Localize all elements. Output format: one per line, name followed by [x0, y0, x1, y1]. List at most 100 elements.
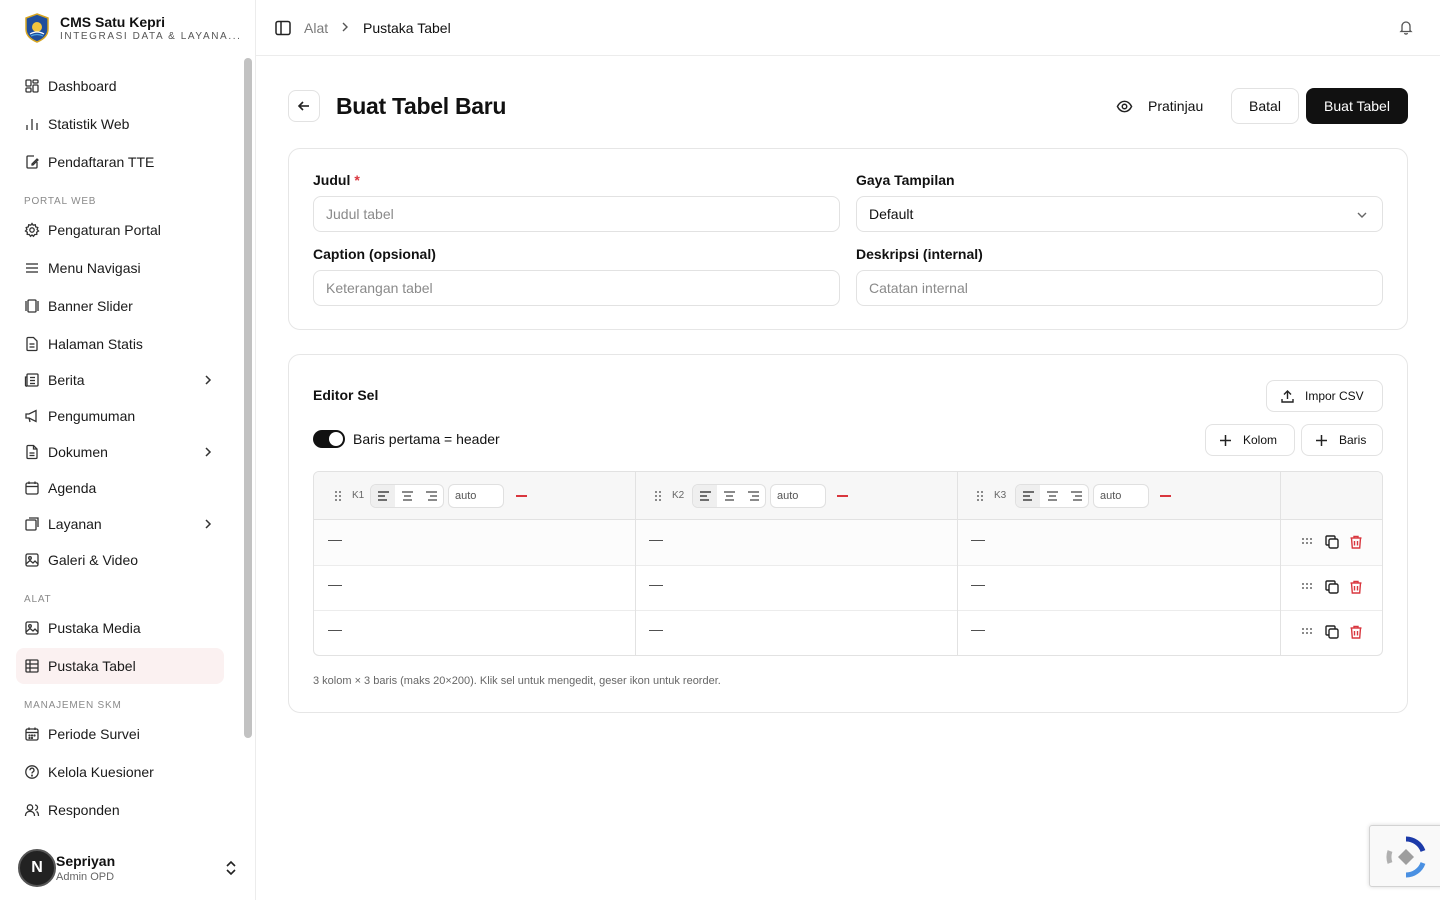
table-cell[interactable]: —	[328, 621, 342, 637]
sidebar-item-pendaftaran-tte[interactable]: Pendaftaran TTE	[16, 144, 224, 180]
user-name: Sepriyan	[56, 853, 116, 869]
sidebar-item-periode-survei[interactable]: Periode Survei	[16, 716, 224, 752]
remove-column-button[interactable]	[837, 495, 848, 497]
sidebar-item-galeri-video[interactable]: Galeri & Video	[16, 542, 224, 578]
align-center-button[interactable]	[395, 485, 419, 507]
table-cell[interactable]: —	[328, 531, 342, 547]
align-center-button[interactable]	[717, 485, 741, 507]
sidebar-item-label: Statistik Web	[48, 116, 130, 132]
section-alat: ALAT	[24, 594, 52, 605]
sidebar-item-pustaka-media[interactable]: Pustaka Media	[16, 610, 224, 646]
sidebar-item-berita[interactable]: Berita	[16, 362, 224, 398]
sidebar-scrollbar[interactable]	[244, 58, 252, 738]
chevron-right-icon	[205, 447, 212, 457]
align-center-button[interactable]	[1040, 485, 1064, 507]
drag-handle-icon[interactable]	[976, 490, 984, 502]
arrow-left-icon	[297, 101, 309, 111]
sidebar-item-label: Agenda	[48, 480, 97, 496]
align-center-icon	[1046, 491, 1058, 501]
column-align-group	[1015, 484, 1089, 508]
table-cell[interactable]: —	[649, 531, 663, 547]
sidebar-item-kelola-kuesioner[interactable]: Kelola Kuesioner	[16, 754, 224, 790]
chevron-right-icon	[342, 22, 348, 32]
align-left-button[interactable]	[693, 485, 717, 507]
sidebar-item-banner-slider[interactable]: Banner Slider	[16, 288, 224, 324]
copy-icon[interactable]	[1324, 534, 1340, 550]
breadcrumb-current: Pustaka Tabel	[363, 20, 451, 36]
title-input[interactable]	[313, 196, 840, 232]
copy-icon[interactable]	[1324, 624, 1340, 640]
sidebar-item-pustaka-tabel[interactable]: Pustaka Tabel	[16, 648, 224, 684]
trash-icon[interactable]	[1348, 624, 1364, 640]
calendar-icon	[25, 481, 39, 495]
align-left-button[interactable]	[371, 485, 395, 507]
table-cell[interactable]: —	[649, 576, 663, 592]
slider-icon	[25, 299, 39, 313]
breadcrumb-parent[interactable]: Alat	[304, 19, 328, 37]
table-meta-card: Judul* Gaya Tampilan Default Caption (op…	[288, 148, 1408, 330]
align-right-button[interactable]	[419, 485, 443, 507]
brand-subtitle: INTEGRASI DATA & LAYANA...	[60, 30, 242, 42]
cancel-button[interactable]: Batal	[1231, 88, 1299, 124]
bell-icon[interactable]	[1398, 19, 1414, 35]
remove-column-button[interactable]	[1160, 495, 1171, 497]
add-column-button[interactable]: Kolom	[1205, 424, 1295, 456]
trash-icon[interactable]	[1348, 579, 1364, 595]
row-drag-handle-icon[interactable]	[1300, 579, 1314, 593]
user-role: Admin OPD	[56, 871, 115, 883]
sidebar-item-statistik-web[interactable]: Statistik Web	[16, 106, 224, 142]
align-right-button[interactable]	[1064, 485, 1088, 507]
table-cell[interactable]: —	[971, 576, 985, 592]
import-csv-button[interactable]: Impor CSV	[1266, 380, 1383, 412]
user-menu[interactable]: N Sepriyan Admin OPD	[0, 836, 256, 900]
back-button[interactable]	[288, 90, 320, 122]
column-width-input[interactable]: auto	[448, 484, 504, 508]
sidebar-item-dashboard[interactable]: Dashboard	[16, 68, 224, 104]
create-table-button[interactable]: Buat Tabel	[1306, 88, 1408, 124]
sidebar-item-menu-navigasi[interactable]: Menu Navigasi	[16, 250, 224, 286]
column-width-input[interactable]: auto	[770, 484, 826, 508]
sidebar-item-pengumuman[interactable]: Pengumuman	[16, 398, 224, 434]
column-width-input[interactable]: auto	[1093, 484, 1149, 508]
sidebar-toggle-icon[interactable]	[274, 19, 292, 37]
sidebar-item-halaman-statis[interactable]: Halaman Statis	[16, 326, 224, 362]
chevron-right-icon	[205, 375, 212, 385]
table-cell[interactable]: —	[971, 531, 985, 547]
sidebar-item-responden[interactable]: Responden	[16, 792, 224, 828]
editor-title: Editor Sel	[313, 387, 379, 403]
add-row-button[interactable]: Baris	[1301, 424, 1383, 456]
sidebar-item-agenda[interactable]: Agenda	[16, 470, 224, 506]
sidebar-item-pengaturan-portal[interactable]: Pengaturan Portal	[16, 212, 224, 248]
sidebar-item-label: Kelola Kuesioner	[48, 764, 154, 780]
align-right-button[interactable]	[741, 485, 765, 507]
table-cell[interactable]: —	[971, 621, 985, 637]
style-select[interactable]: Default	[856, 196, 1383, 232]
dashboard-icon	[25, 79, 39, 93]
row-drag-handle-icon[interactable]	[1300, 624, 1314, 638]
megaphone-icon	[25, 409, 37, 423]
remove-column-button[interactable]	[516, 495, 527, 497]
trash-icon[interactable]	[1348, 534, 1364, 550]
preview-button[interactable]: Pratinjau	[1104, 88, 1220, 124]
plus-icon	[1220, 434, 1231, 446]
header-row-toggle[interactable]	[313, 430, 345, 448]
caption-input[interactable]	[313, 270, 840, 306]
row-drag-handle-icon[interactable]	[1300, 534, 1314, 548]
import-csv-label: Impor CSV	[1305, 389, 1364, 403]
brand[interactable]: CMS Satu Kepri INTEGRASI DATA & LAYANA..…	[0, 0, 256, 56]
recaptcha-badge[interactable]	[1369, 825, 1440, 887]
sidebar-item-label: Pengumuman	[48, 408, 136, 424]
page-title: Buat Tabel Baru	[336, 93, 507, 119]
signature-icon	[26, 155, 39, 169]
drag-handle-icon[interactable]	[334, 490, 342, 502]
description-label: Deskripsi (internal)	[856, 246, 983, 262]
copy-icon[interactable]	[1324, 579, 1340, 595]
align-left-button[interactable]	[1016, 485, 1040, 507]
table-cell[interactable]: —	[328, 576, 342, 592]
sidebar-item-layanan[interactable]: Layanan	[16, 506, 224, 542]
table-cell[interactable]: —	[649, 621, 663, 637]
description-input[interactable]	[856, 270, 1383, 306]
align-left-icon	[1022, 491, 1034, 501]
drag-handle-icon[interactable]	[654, 490, 662, 502]
sidebar-item-dokumen[interactable]: Dokumen	[16, 434, 224, 470]
